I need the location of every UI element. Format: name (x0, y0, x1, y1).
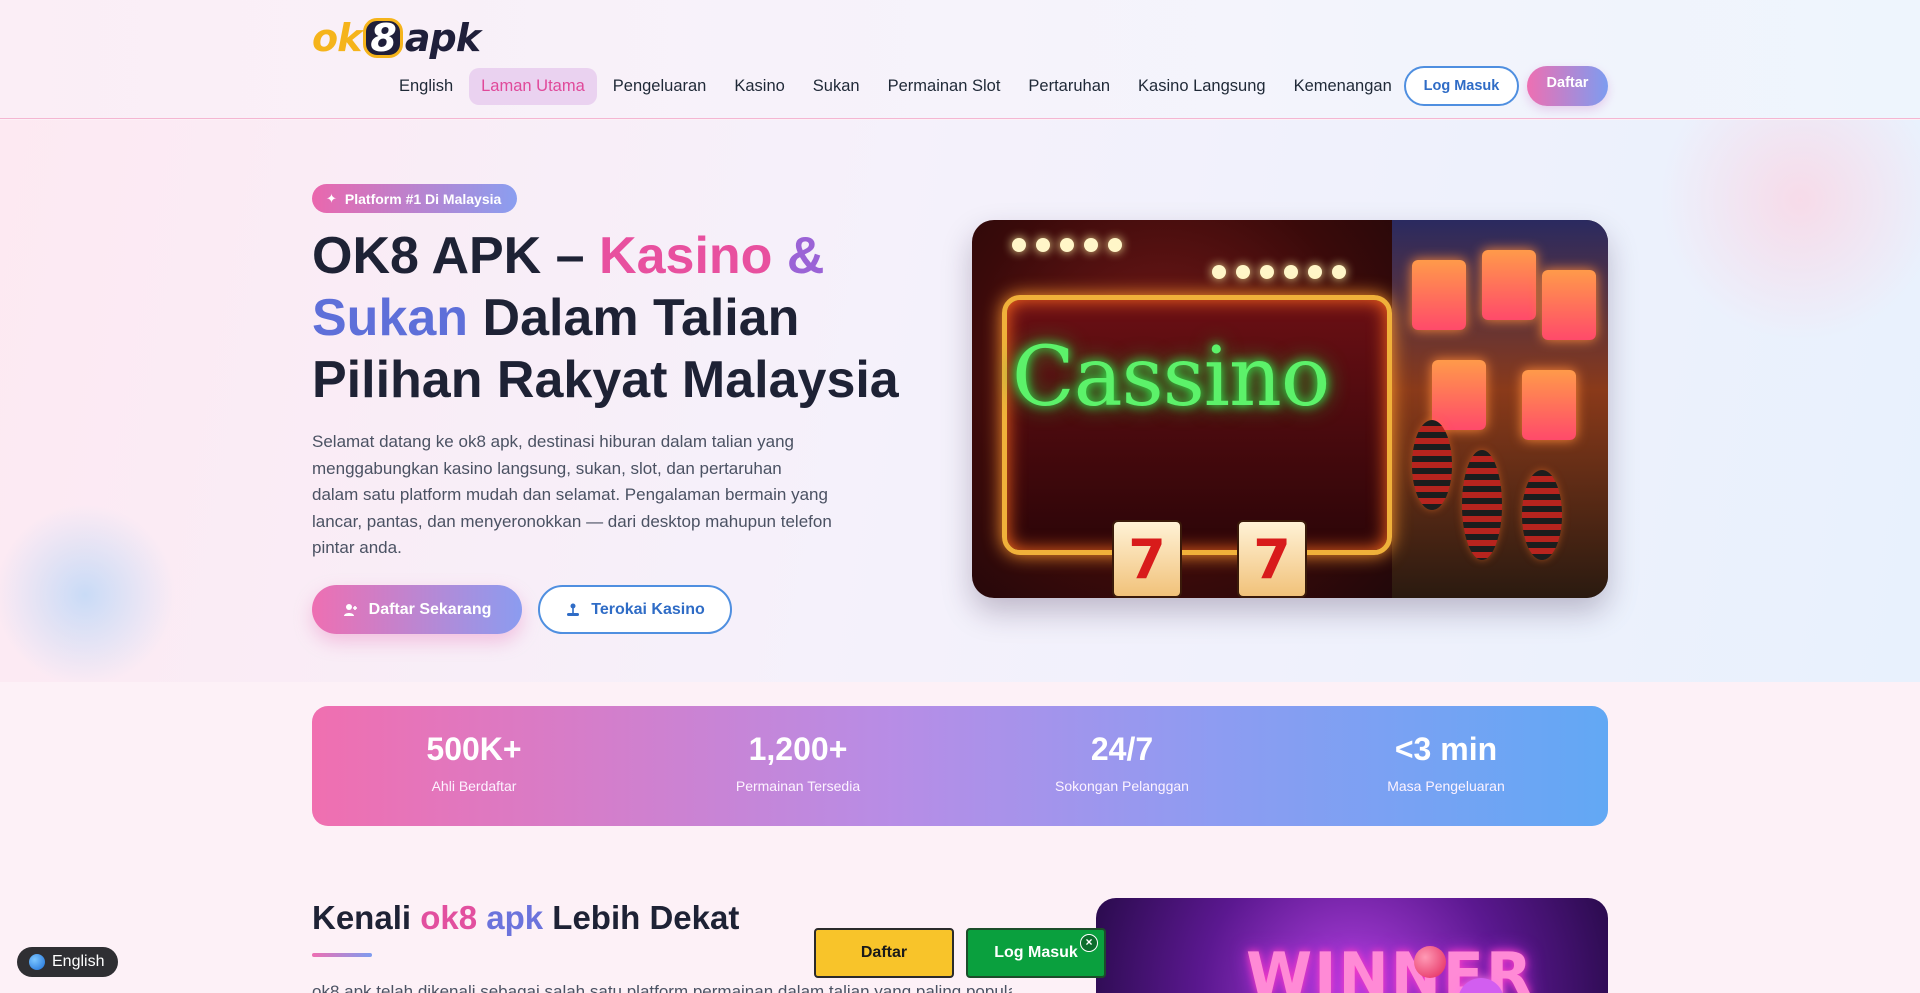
stat-members: 500K+ Ahli Berdaftar (312, 706, 636, 826)
chip-stack (1412, 420, 1452, 510)
stat-value: <3 min (1394, 731, 1498, 767)
user-plus-icon (343, 603, 357, 616)
ok8apk-logo[interactable]: ok 8 apk (312, 14, 481, 62)
main-nav: English Laman Utama Pengeluaran Kasino S… (387, 67, 1408, 105)
hero-title-highlight-sukan: Sukan (312, 289, 469, 347)
stat-value: 500K+ (426, 731, 522, 767)
hero-title-part1: OK8 APK – (312, 227, 600, 285)
marquee-lights (1212, 265, 1346, 279)
lollipop-decoration (1414, 946, 1446, 978)
hero-title-highlight-kasino: Kasino (599, 227, 773, 285)
stat-label: Masa Pengeluaran (1387, 778, 1505, 794)
stat-value: 24/7 (1090, 731, 1154, 767)
nav-pertaruhan[interactable]: Pertaruhan (1016, 68, 1122, 105)
stat-withdrawal-time: <3 min Masa Pengeluaran (1284, 706, 1608, 826)
about-title: Kenali ok8 apk Lebih Dekat (312, 899, 739, 937)
chip-stack (1462, 450, 1502, 560)
slot-machines-background (1392, 220, 1608, 598)
nav-sukan[interactable]: Sukan (801, 68, 872, 105)
about-title-underline (312, 953, 372, 957)
language-switcher[interactable]: English (17, 947, 119, 977)
floating-register-button[interactable]: Daftar (814, 928, 954, 978)
marquee-lights (1012, 238, 1122, 252)
winner-image: WINNER (1096, 898, 1608, 993)
hero-title: OK8 APK – Kasino & Sukan Dalam Talian Pi… (312, 225, 952, 411)
nav-english[interactable]: English (387, 68, 465, 105)
reel-seven: 7 (1237, 520, 1307, 598)
explore-casino-button[interactable]: Terokai Kasino (538, 585, 732, 634)
stat-value: 1,200+ (748, 731, 848, 767)
stats-bar: 500K+ Ahli Berdaftar 1,200+ Permainan Te… (312, 706, 1608, 826)
logo-ok: ok (312, 16, 362, 60)
chip-stack (1522, 470, 1562, 560)
register-now-button[interactable]: Daftar Sekarang (312, 585, 522, 634)
about-title-post: Lebih Dekat (543, 899, 740, 936)
slot-screen (1432, 360, 1486, 430)
nav-kasino[interactable]: Kasino (722, 68, 796, 105)
sparkle-icon: ✦ (326, 190, 337, 206)
nav-pengeluaran[interactable]: Pengeluaran (601, 68, 719, 105)
hero-title-highlight-amp: & (786, 227, 825, 285)
close-icon[interactable]: × (1080, 934, 1098, 952)
stat-games: 1,200+ Permainan Tersedia (636, 706, 960, 826)
hero-section (0, 120, 1920, 682)
globe-icon (29, 954, 45, 970)
nav-laman-utama[interactable]: Laman Utama (469, 67, 597, 105)
stat-label: Permainan Tersedia (735, 778, 861, 794)
about-title-apk: apk (486, 899, 544, 936)
logo-apk: apk (404, 16, 481, 60)
cassino-neon-sign: Cassino (1012, 330, 1330, 425)
about-title-ok8: ok8 (420, 899, 478, 936)
slot-screen (1522, 370, 1576, 440)
nav-kasino-langsung[interactable]: Kasino Langsung (1126, 68, 1278, 105)
platform-badge: ✦ Platform #1 Di Malaysia (312, 184, 518, 213)
site-header: ok 8 apk English Laman Utama Pengeluaran… (0, 0, 1920, 119)
register-now-label: Daftar Sekarang (368, 600, 492, 618)
joystick-icon (567, 603, 580, 616)
slot-screen (1542, 270, 1596, 340)
badge-text: Platform #1 Di Malaysia (344, 190, 502, 207)
logo-eight: 8 (363, 18, 403, 58)
stat-support: 24/7 Sokongan Pelanggan (960, 706, 1284, 826)
hero-description: Selamat datang ke ok8 apk, destinasi hib… (312, 432, 832, 558)
casino-hero-image: Cassino 7 7 (972, 220, 1608, 598)
stat-label: Ahli Berdaftar (431, 778, 517, 794)
language-label: English (52, 953, 105, 970)
reel-seven: 7 (1112, 520, 1182, 598)
slot-screen (1412, 260, 1466, 330)
slot-screen (1482, 250, 1536, 320)
login-button[interactable]: Log Masuk (1404, 66, 1519, 106)
register-button[interactable]: Daftar (1527, 66, 1608, 106)
about-text: ok8 apk telah dikenali sebagai salah sat… (312, 982, 1012, 993)
about-title-pre: Kenali (312, 899, 421, 936)
nav-kemenangan[interactable]: Kemenangan (1282, 68, 1404, 105)
stat-label: Sokongan Pelanggan (1055, 778, 1189, 794)
nav-permainan-slot[interactable]: Permainan Slot (876, 68, 1013, 105)
explore-casino-label: Terokai Kasino (591, 600, 705, 618)
